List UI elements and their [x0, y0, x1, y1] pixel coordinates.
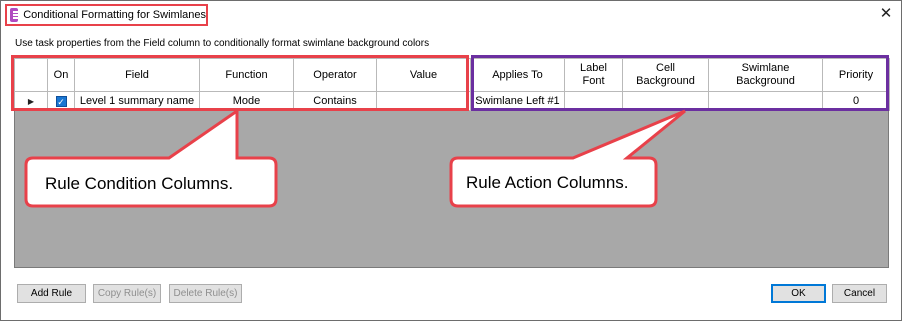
applies-to-cell[interactable]: Swimlane Left #1: [470, 91, 565, 111]
rules-table: On Field Function Operator Value Applies…: [14, 58, 890, 111]
column-header-function[interactable]: Function: [199, 58, 294, 92]
column-header-swimlane-background[interactable]: Swimlane Background: [708, 58, 823, 92]
condition-callout-text: Rule Condition Columns.: [45, 174, 234, 193]
copy-rules-button[interactable]: Copy Rule(s): [93, 284, 161, 303]
label-font-cell[interactable]: [564, 91, 623, 111]
delete-rules-button[interactable]: Delete Rule(s): [169, 284, 242, 303]
window-title: Conditional Formatting for Swimlanes: [23, 9, 206, 21]
column-header-priority[interactable]: Priority: [822, 58, 890, 92]
instruction-text: Use task properties from the Field colum…: [15, 38, 430, 49]
table-row[interactable]: ▶ ✓ Level 1 summary name Mode Contains S…: [14, 91, 890, 111]
column-header-cell-background[interactable]: Cell Background: [622, 58, 709, 92]
swimlane-background-header-text: Swimlane Background: [736, 62, 795, 87]
row-header-corner: [14, 58, 48, 92]
field-cell[interactable]: Level 1 summary name: [74, 91, 200, 111]
value-cell[interactable]: [376, 91, 471, 111]
cancel-button[interactable]: Cancel: [832, 284, 887, 303]
label-font-header-text: Label Font: [580, 62, 607, 87]
operator-cell[interactable]: Contains: [293, 91, 377, 111]
rules-grid: On Field Function Operator Value Applies…: [14, 58, 890, 268]
title-bar: Conditional Formatting for Swimlanes: [5, 4, 208, 26]
action-callout-text: Rule Action Columns.: [466, 173, 629, 192]
column-header-field[interactable]: Field: [74, 58, 200, 92]
swimlane-background-cell[interactable]: [708, 91, 823, 111]
conditional-formatting-dialog: Conditional Formatting for Swimlanes ✕ U…: [0, 0, 902, 321]
function-cell[interactable]: Mode: [199, 91, 294, 111]
column-header-value[interactable]: Value: [376, 58, 471, 92]
ok-button[interactable]: OK: [771, 284, 826, 303]
column-header-applies-to[interactable]: Applies To: [470, 58, 565, 92]
add-rule-button[interactable]: Add Rule: [17, 284, 86, 303]
cell-background-header-text: Cell Background: [636, 62, 695, 87]
cell-background-cell[interactable]: [622, 91, 709, 111]
close-icon[interactable]: ✕: [877, 5, 895, 23]
column-header-on[interactable]: On: [47, 58, 75, 92]
priority-cell[interactable]: 0: [822, 91, 890, 111]
column-header-label-font[interactable]: Label Font: [564, 58, 623, 92]
app-icon: [10, 8, 22, 22]
on-cell[interactable]: ✓: [47, 91, 75, 111]
header-row: On Field Function Operator Value Applies…: [14, 58, 890, 92]
column-header-operator[interactable]: Operator: [293, 58, 377, 92]
current-row-icon: ▶: [27, 97, 35, 106]
row-selector[interactable]: ▶: [14, 91, 48, 111]
on-checkbox[interactable]: ✓: [55, 95, 67, 107]
